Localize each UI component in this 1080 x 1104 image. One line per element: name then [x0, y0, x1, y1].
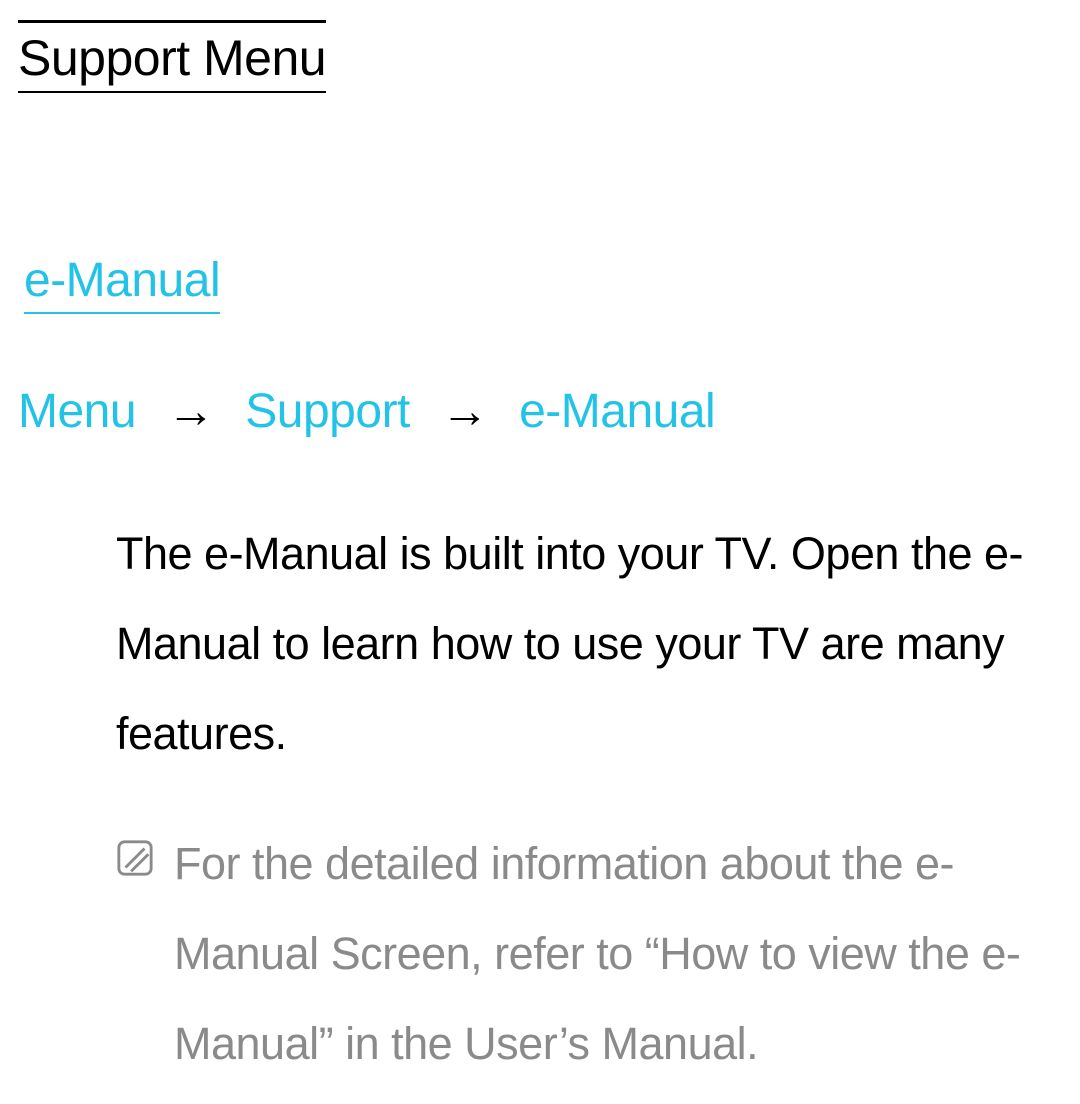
note-container: For the detailed information about the e…: [116, 819, 1042, 1089]
body-paragraph: The e-Manual is built into your TV. Open…: [116, 509, 1042, 779]
breadcrumb-item: e-Manual: [519, 385, 715, 438]
section-heading: e-Manual: [24, 253, 220, 314]
note-text: For the detailed information about the e…: [174, 819, 1042, 1089]
breadcrumb: Menu → Support → e-Manual: [18, 384, 1062, 439]
page-title: Support Menu: [18, 20, 326, 93]
arrow-right-icon: →: [167, 385, 215, 438]
breadcrumb-item: Menu: [18, 385, 136, 438]
arrow-right-icon: →: [441, 385, 489, 438]
note-icon: [116, 839, 154, 882]
breadcrumb-item: Support: [245, 385, 410, 438]
